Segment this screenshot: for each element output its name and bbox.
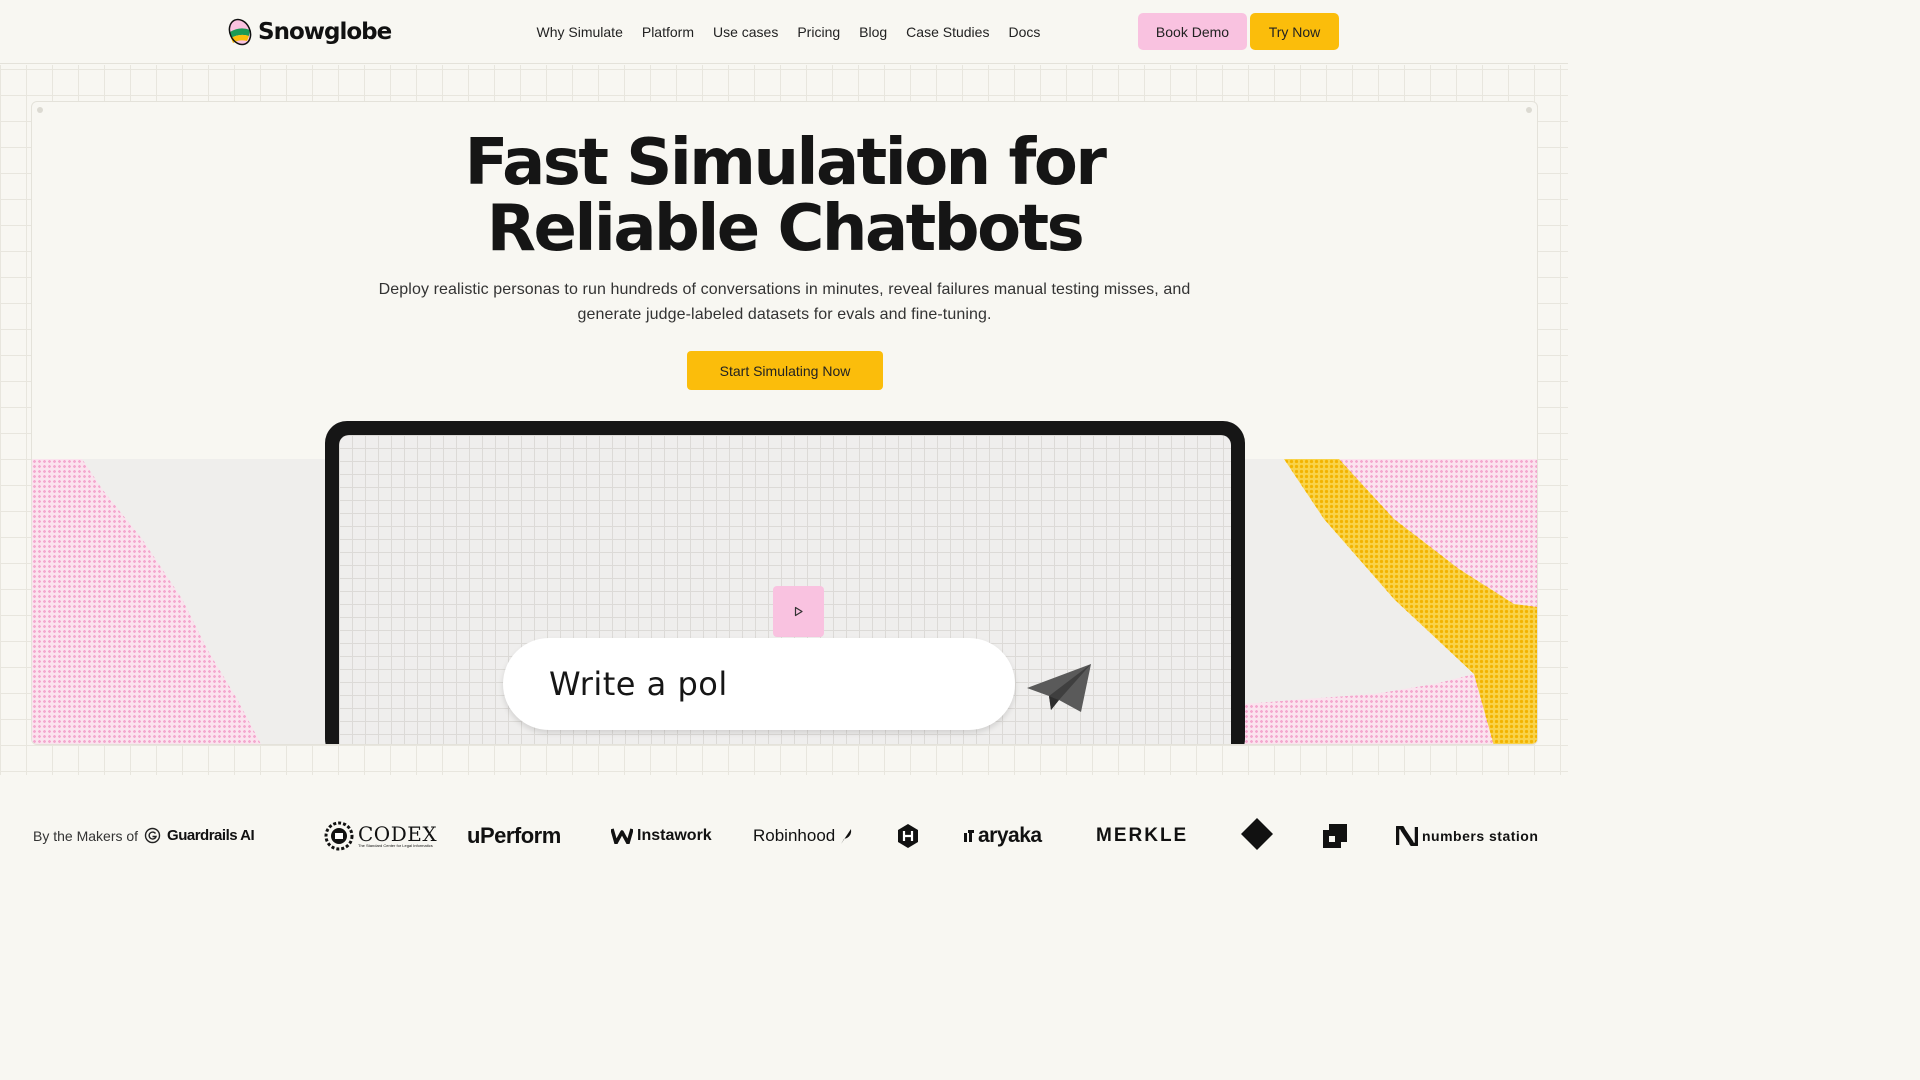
nav-link-docs[interactable]: Docs — [999, 22, 1050, 42]
nav-link-why-simulate[interactable]: Why Simulate — [527, 22, 632, 42]
hero-subtitle: Deploy realistic personas to run hundred… — [362, 277, 1207, 327]
robinhood-wordmark: Robinhood — [753, 826, 836, 845]
robinhood-logo: Robinhood — [753, 822, 853, 850]
square-mark-logo — [1323, 822, 1347, 850]
play-button[interactable] — [773, 586, 824, 637]
guardrails-icon — [144, 827, 161, 844]
square-mark-icon — [1323, 824, 1347, 848]
h-hexagon-icon — [898, 824, 918, 848]
aryaka-logo: aryaka — [964, 822, 1042, 850]
hero-title: Fast Simulation for Reliable Chatbots — [32, 130, 1537, 262]
aryaka-mark-icon — [964, 830, 974, 842]
uperform-wordmark: uPerform — [467, 823, 561, 848]
codex-wordmark: CODEX — [358, 822, 438, 846]
prompt-text: Write a pol — [549, 665, 728, 703]
nav-link-case-studies[interactable]: Case Studies — [897, 22, 999, 42]
demo-screen: Write a pol — [339, 435, 1231, 744]
snowglobe-logo-icon — [228, 18, 252, 46]
try-now-button[interactable]: Try Now — [1250, 13, 1339, 50]
diamond-logo — [1240, 818, 1274, 850]
guardrails-wordmark: Guardrails AI — [167, 827, 255, 844]
nav-link-platform[interactable]: Platform — [632, 22, 703, 42]
logo-wordmark: Snowglobe — [258, 19, 392, 45]
codex-logo: CODEX The Standard Center for Legal Info… — [324, 821, 438, 851]
nav-links: Why Simulate Platform Use cases Pricing … — [527, 22, 1050, 42]
numbers-station-logo: numbers station — [1396, 822, 1538, 850]
numbers-station-icon — [1396, 826, 1418, 846]
uperform-logo: uPerform — [467, 822, 561, 850]
instawork-logo: Instawork — [611, 822, 712, 850]
codex-tagline: The Standard Center for Legal Informatic… — [358, 843, 433, 848]
aryaka-wordmark: aryaka — [978, 824, 1042, 847]
makers-prefix: By the Makers of — [33, 827, 139, 844]
start-simulating-button[interactable]: Start Simulating Now — [687, 351, 883, 390]
h-hex-logo — [897, 822, 919, 850]
corner-dot — [1526, 107, 1532, 113]
snowglobe-logo[interactable]: Snowglobe — [228, 17, 392, 47]
customer-logo-strip: By the Makers of Guardrails AI CODEX The… — [0, 776, 1568, 882]
hero-subtitle-line-2: generate judge-labeled datasets for eval… — [577, 306, 992, 323]
hero-section: Fast Simulation for Reliable Chatbots De… — [31, 101, 1538, 745]
nav-link-blog[interactable]: Blog — [850, 22, 897, 42]
prompt-input[interactable]: Write a pol — [503, 638, 1015, 730]
top-navbar: Snowglobe Why Simulate Platform Use case… — [0, 0, 1568, 64]
corner-dot — [37, 107, 43, 113]
play-icon — [794, 606, 803, 617]
nav-link-pricing[interactable]: Pricing — [788, 22, 850, 42]
hero-title-line-2: Reliable Chatbots — [486, 192, 1085, 266]
paper-plane-icon[interactable] — [1025, 660, 1095, 718]
book-demo-button[interactable]: Book Demo — [1138, 13, 1247, 50]
instawork-wordmark: Instawork — [637, 827, 712, 844]
hero-title-line-1: Fast Simulation for — [464, 126, 1107, 200]
numbers-station-wordmark: numbers station — [1422, 828, 1539, 844]
hero-subtitle-line-1: Deploy realistic personas to run hundred… — [378, 281, 1191, 298]
instawork-w-icon — [611, 828, 633, 844]
merkle-wordmark: MERKLE — [1096, 825, 1189, 846]
codex-seal-icon — [324, 821, 354, 851]
feather-icon — [841, 829, 852, 844]
makers-credit: By the Makers of Guardrails AI — [33, 827, 255, 844]
diamond-icon — [1241, 818, 1273, 850]
demo-device-frame: Write a pol — [325, 421, 1245, 744]
nav-link-use-cases[interactable]: Use cases — [703, 22, 787, 42]
merkle-logo: MERKLE — [1096, 822, 1188, 850]
